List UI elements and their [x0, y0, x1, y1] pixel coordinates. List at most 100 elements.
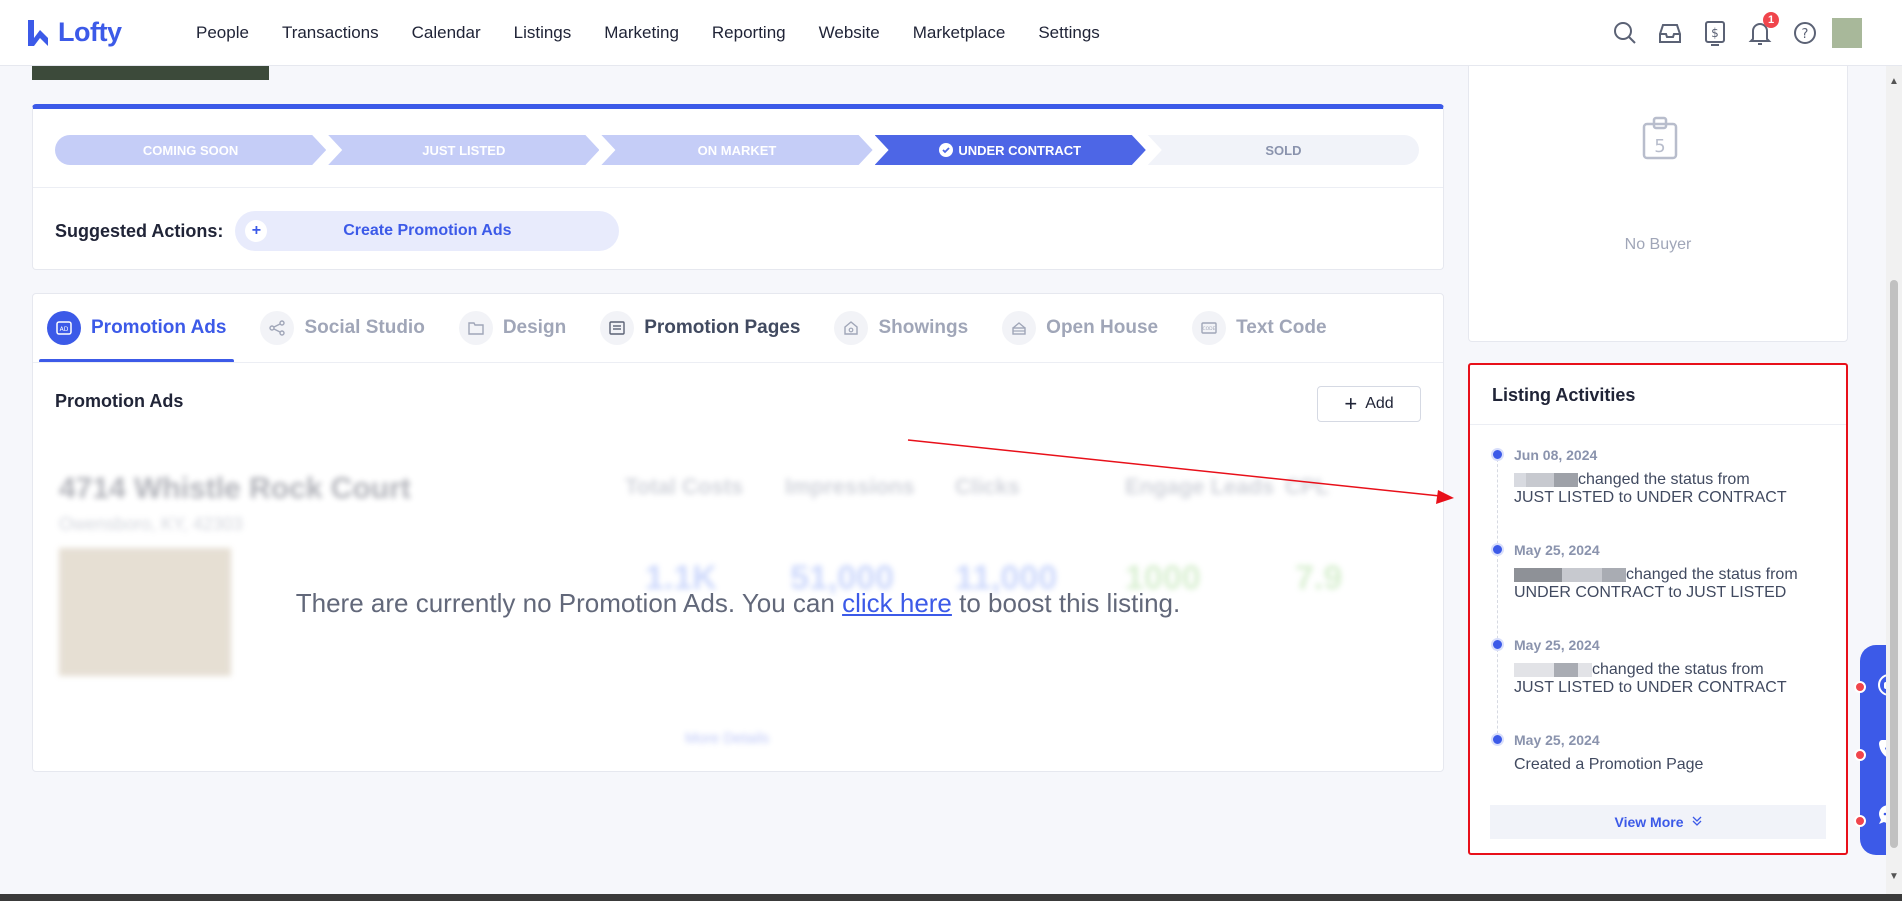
tab-promotion-pages[interactable]: Promotion Pages — [600, 294, 800, 362]
annotation-arrow — [907, 439, 1454, 504]
activity-date: May 25, 2024 — [1514, 637, 1600, 653]
tab-social-studio[interactable]: Social Studio — [260, 294, 425, 362]
timeline-dot — [1491, 733, 1504, 746]
redacted-name — [1514, 662, 1554, 677]
tab-label: Showings — [878, 317, 969, 338]
tab-promotion-ads[interactable]: AD Promotion Ads — [38, 294, 235, 363]
nav-actions: $ 1 ? — [1595, 12, 1862, 48]
add-button[interactable]: + Add — [1317, 386, 1421, 422]
marketing-tabs-card: AD Promotion Ads Social Studio Design Pr… — [32, 293, 1444, 772]
activity-line2: JUST LISTED to UNDER CONTRACT — [1514, 489, 1787, 506]
activity-text: changed the status from JUST LISTED to U… — [1514, 471, 1824, 507]
nav-settings[interactable]: Settings — [1038, 23, 1099, 43]
step-sold[interactable]: SOLD — [1147, 135, 1420, 165]
step-on-market[interactable]: ON MARKET — [601, 135, 872, 165]
activity-line1: changed the status from — [1592, 661, 1764, 678]
tab-label: Promotion Ads — [91, 317, 227, 338]
activity-item: May 25, 2024 changed the status from JUS… — [1491, 637, 1824, 744]
timeline-dot — [1491, 638, 1504, 651]
tab-label: Open House — [1046, 317, 1159, 338]
step-just-listed[interactable]: JUST LISTED — [328, 135, 599, 165]
tab-label: Social Studio — [304, 317, 425, 338]
scroll-down-arrow[interactable]: ▼ — [1889, 871, 1899, 882]
code-icon: CODE — [1192, 311, 1227, 345]
nav-website[interactable]: Website — [819, 23, 880, 43]
plus-icon: + — [1344, 391, 1358, 416]
metric-label: Total Costs — [625, 474, 744, 499]
boost-listing-link[interactable]: click here — [842, 588, 952, 618]
metric-label: Impressions — [785, 474, 915, 499]
activity-item: May 25, 2024 changed the status from UND… — [1491, 542, 1824, 649]
inbox-icon[interactable] — [1655, 18, 1685, 48]
create-promotion-ads-button[interactable]: + Create Promotion Ads — [235, 211, 620, 251]
svg-text:5: 5 — [1654, 136, 1665, 157]
activity-line1: Created a Promotion Page — [1514, 756, 1704, 773]
tab-text-code[interactable]: CODE Text Code — [1192, 294, 1327, 362]
listing-photo — [32, 66, 269, 80]
nav-people[interactable]: People — [196, 23, 249, 43]
activity-line2: UNDER CONTRACT to JUST LISTED — [1514, 584, 1787, 601]
scroll-thumb[interactable] — [1890, 280, 1898, 848]
search-icon[interactable] — [1610, 18, 1640, 48]
tab-design[interactable]: Design — [458, 294, 566, 362]
svg-text:?: ? — [1802, 27, 1809, 42]
redacted-name — [1554, 662, 1578, 677]
user-avatar[interactable] — [1832, 18, 1862, 48]
status-dot — [1854, 815, 1866, 827]
window-bottom-edge — [0, 894, 1902, 901]
svg-text:$: $ — [1711, 26, 1719, 40]
view-more-button[interactable]: View More — [1490, 805, 1826, 839]
nav-calendar[interactable]: Calendar — [412, 23, 481, 43]
more-details-link: More Details — [685, 730, 770, 747]
buyer-card: 5 No Buyer — [1468, 66, 1848, 342]
section-title: Promotion Ads — [55, 391, 184, 411]
timeline-dot — [1491, 448, 1504, 461]
buyer-icon: 5 — [1642, 116, 1678, 160]
nav-listings[interactable]: Listings — [514, 23, 572, 43]
step-under-contract[interactable]: UNDER CONTRACT — [875, 135, 1146, 165]
status-card: COMING SOON JUST LISTED ON MARKET UNDER … — [32, 104, 1444, 270]
view-more-label: View More — [1614, 814, 1684, 830]
step-label: SOLD — [1265, 142, 1302, 158]
ad-icon: AD — [47, 311, 81, 345]
divider — [1470, 424, 1846, 425]
check-icon — [939, 143, 953, 157]
sample-address: 4714 Whistle Rock Court — [59, 472, 411, 505]
panel-title: Listing Activities — [1492, 385, 1636, 405]
nav-marketing[interactable]: Marketing — [604, 23, 679, 43]
suggested-actions: Suggested Actions: + Create Promotion Ad… — [55, 211, 620, 251]
step-label: UNDER CONTRACT — [958, 142, 1082, 158]
empty-text-before: There are currently no Promotion Ads. Yo… — [295, 588, 843, 618]
step-coming-soon[interactable]: COMING SOON — [55, 135, 326, 165]
status-dot — [1854, 681, 1866, 693]
lofty-logo[interactable]: Lofty — [26, 17, 146, 48]
redacted-name — [1554, 472, 1578, 487]
step-label: JUST LISTED — [422, 142, 506, 158]
tab-open-house[interactable]: Open House — [1002, 294, 1158, 362]
redacted-name — [1602, 567, 1626, 582]
scroll-up-arrow[interactable]: ▲ — [1889, 76, 1899, 87]
help-icon[interactable]: ? — [1790, 18, 1820, 48]
svg-text:AD: AD — [60, 326, 69, 333]
share-icon — [260, 311, 295, 345]
step-label: COMING SOON — [142, 142, 239, 158]
tab-label: Text Code — [1236, 317, 1327, 338]
nav-transactions[interactable]: Transactions — [282, 23, 379, 43]
activity-text: changed the status from JUST LISTED to U… — [1514, 661, 1824, 697]
redacted-name — [1514, 472, 1526, 487]
activity-date: Jun 08, 2024 — [1514, 447, 1598, 463]
add-label: Add — [1365, 395, 1394, 412]
tab-label: Promotion Pages — [644, 317, 801, 338]
activity-item: Jun 08, 2024 changed the status from JUS… — [1491, 447, 1824, 554]
no-buyer-text: No Buyer — [1624, 236, 1692, 253]
notification-badge: 1 — [1763, 12, 1779, 28]
notifications-button[interactable]: 1 — [1745, 12, 1779, 48]
dollar-document-icon[interactable]: $ — [1700, 18, 1730, 48]
page-scrollbar[interactable]: ▲ ▼ — [1886, 66, 1902, 901]
nav-marketplace[interactable]: Marketplace — [913, 23, 1006, 43]
nav-reporting[interactable]: Reporting — [712, 23, 786, 43]
redacted-name — [1578, 662, 1592, 677]
tab-showings[interactable]: Showings — [834, 294, 968, 362]
empty-text-after: to boost this listing. — [951, 588, 1181, 618]
redacted-name — [1562, 567, 1602, 582]
